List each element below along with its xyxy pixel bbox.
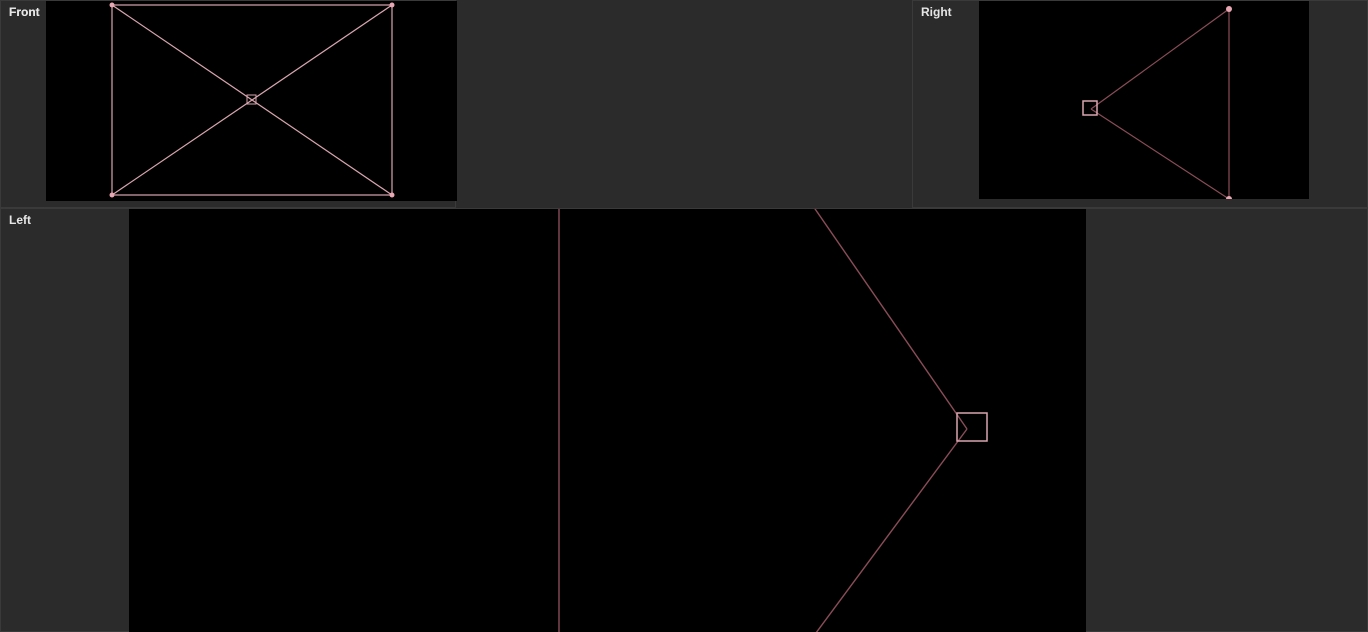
viewport-left[interactable]: Left bbox=[0, 208, 1368, 632]
viewport-container: Front Front bbox=[0, 0, 1368, 632]
viewport-right[interactable]: Right bbox=[912, 0, 1368, 208]
viewport-label: Right bbox=[921, 5, 952, 19]
viewport-canvas[interactable] bbox=[46, 1, 457, 201]
viewport-label: Front bbox=[9, 5, 40, 19]
camera-wireframe bbox=[979, 1, 1309, 199]
viewport-canvas[interactable] bbox=[979, 1, 1309, 199]
viewport-canvas[interactable] bbox=[129, 209, 1086, 632]
viewport-front-2[interactable]: Front bbox=[0, 0, 456, 208]
camera-wireframe bbox=[46, 1, 457, 201]
viewport-label: Left bbox=[9, 213, 31, 227]
camera-wireframe bbox=[129, 209, 1086, 632]
